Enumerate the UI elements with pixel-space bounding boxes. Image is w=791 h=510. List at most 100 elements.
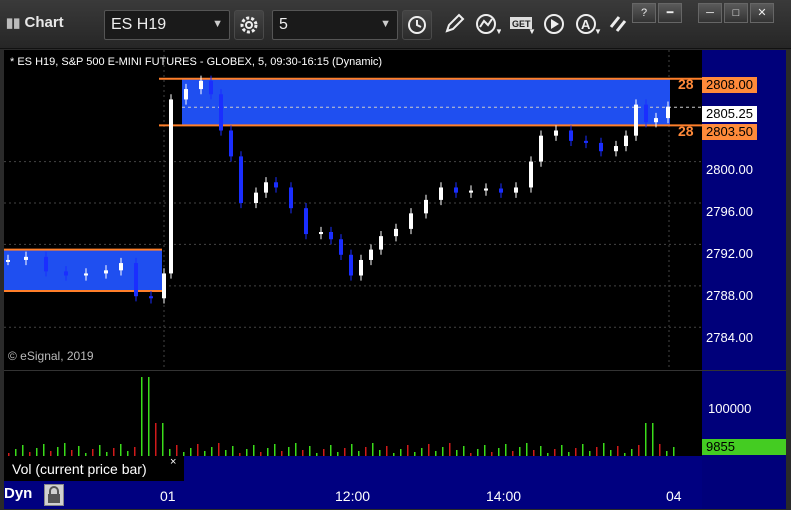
zone-top-tag: 2808.00 [702, 77, 757, 93]
candle [134, 263, 138, 297]
candle [304, 208, 308, 235]
volume-bar [372, 443, 374, 457]
close-button[interactable]: ✕ [750, 3, 774, 23]
price-tick: 2800.00 [706, 162, 753, 177]
lock-button[interactable] [44, 484, 64, 506]
chevron-down-icon: ▼ [212, 18, 223, 30]
candle [44, 256, 48, 272]
candle [264, 182, 268, 193]
volume-chart[interactable] [4, 370, 702, 457]
link-button[interactable] [604, 10, 632, 38]
candle [229, 130, 233, 157]
candle [219, 94, 223, 131]
volume-bar [218, 443, 220, 457]
chart-legend: * ES H19, S&P 500 E-MINI FUTURES - GLOBE… [10, 56, 383, 68]
maximize-button[interactable]: □ [724, 3, 748, 23]
play-icon [544, 14, 564, 34]
time-tick: 04 [666, 488, 682, 504]
get-button[interactable]: GET ▼ [506, 10, 536, 38]
volume-axis[interactable]: 100000 9855 [702, 370, 786, 457]
close-panel-icon[interactable]: × [170, 456, 176, 468]
pencil-icon [445, 13, 465, 33]
interval-selector[interactable]: 5 ▼ [272, 10, 398, 40]
volume-bar [603, 443, 605, 457]
candle [554, 130, 558, 136]
copyright: © eSignal, 2019 [8, 349, 94, 363]
price-chart[interactable] [4, 50, 702, 370]
volume-bar [64, 443, 66, 457]
interval-value: 5 [279, 16, 288, 33]
axis-corner [702, 456, 786, 509]
candle [289, 187, 293, 209]
pin-button[interactable]: ─ [698, 3, 722, 23]
play-button[interactable] [540, 10, 568, 38]
candle [654, 118, 658, 123]
volume-bar [652, 423, 654, 457]
candle [349, 254, 353, 276]
volume-bar [526, 443, 528, 457]
price-tick: 2784.00 [706, 330, 753, 345]
candle [424, 199, 428, 214]
svg-text:▼: ▼ [594, 27, 601, 35]
candle [569, 130, 573, 141]
pin-icon: ─ [706, 7, 714, 19]
candle [184, 89, 188, 100]
minimize-icon: ━ [666, 7, 674, 19]
window-title: ▮▮ Chart [6, 14, 64, 31]
candle [484, 188, 488, 191]
time-button[interactable] [402, 10, 432, 40]
price-axis[interactable]: 2800.00 2796.00 2792.00 2788.00 2784.00 … [702, 50, 786, 370]
volume-bar [449, 443, 451, 457]
minimize-button[interactable]: ━ [658, 3, 682, 23]
studies-button[interactable]: ▼ [472, 10, 501, 38]
price-tick: 2796.00 [706, 204, 753, 219]
volume-tick: 100000 [708, 401, 752, 416]
chevron-down-icon: ▼ [380, 18, 391, 30]
candle [199, 80, 203, 90]
candle [624, 135, 628, 147]
alert-icon: A ▼ [576, 14, 601, 35]
candle [666, 106, 670, 119]
candle [584, 140, 588, 143]
volume-bar [162, 423, 164, 457]
candle [394, 228, 398, 237]
candle [254, 192, 258, 203]
candle [539, 135, 543, 162]
draw-button[interactable] [440, 10, 468, 38]
time-tick: 01 [160, 488, 176, 504]
alert-button[interactable]: A ▼ [572, 10, 601, 38]
candle [119, 263, 123, 271]
candle [209, 80, 213, 95]
candle [162, 273, 166, 299]
volume-panel-label: Vol (current price bar) [12, 461, 147, 477]
volume-bar [645, 423, 647, 457]
candle [84, 273, 88, 276]
candle [599, 142, 603, 152]
candle [274, 182, 278, 188]
dynamic-mode-button[interactable]: Dyn [4, 485, 32, 502]
settings-button[interactable] [234, 10, 264, 40]
candle [634, 104, 638, 136]
zone-bottom-prefix: 28 [678, 123, 694, 139]
svg-text:▼: ▼ [528, 27, 536, 35]
support-zone [4, 249, 162, 292]
restore-button[interactable]: ? [632, 3, 656, 23]
volume-bar [141, 377, 143, 457]
svg-text:▼: ▼ [495, 27, 501, 35]
candle [644, 104, 648, 123]
candle [6, 259, 10, 262]
volume-bar [148, 377, 150, 457]
candle [369, 249, 373, 260]
candle [359, 259, 363, 276]
candle [169, 99, 173, 274]
svg-text:A: A [581, 17, 591, 32]
time-tick: 12:00 [335, 488, 371, 504]
window-drag-icon[interactable]: ▮▮ [6, 15, 20, 30]
candle [614, 146, 618, 152]
candle [529, 161, 533, 188]
get-icon: GET▼ [510, 17, 536, 35]
symbol-selector[interactable]: ES H19 ▼ [104, 10, 230, 40]
last-price-tag: 2805.25 [702, 106, 757, 122]
status-bar [184, 456, 702, 481]
clock-icon [408, 16, 426, 34]
